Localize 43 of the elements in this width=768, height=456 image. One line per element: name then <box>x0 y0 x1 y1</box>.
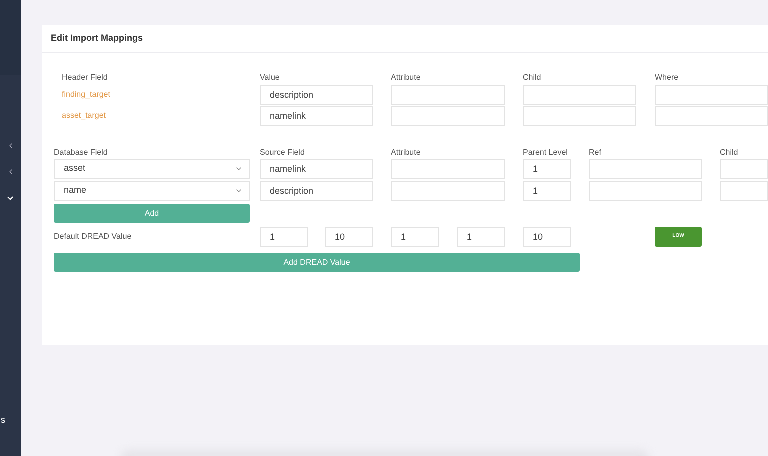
text-field[interactable] <box>589 181 702 201</box>
column-label: Database Field <box>54 147 109 159</box>
text-field[interactable] <box>720 159 768 179</box>
header-field-name: asset_target <box>62 111 106 120</box>
text-field[interactable]: namelink <box>260 159 373 179</box>
header-field-name: finding_target <box>62 90 110 99</box>
text-field[interactable]: 1 <box>457 227 505 247</box>
column-label: Child <box>720 147 740 159</box>
text-field[interactable] <box>391 159 505 179</box>
text-field[interactable]: 1 <box>523 159 571 179</box>
text-field[interactable]: 10 <box>325 227 373 247</box>
caret-icon <box>235 165 243 173</box>
text-field[interactable] <box>589 159 702 179</box>
text-field[interactable]: namelink <box>260 106 373 126</box>
column-label: Parent Level <box>523 147 569 159</box>
column-label: Attribute <box>391 147 422 159</box>
card-title: Edit Import Mappings <box>51 32 143 45</box>
column-label: Attribute <box>391 72 422 84</box>
text-field[interactable]: 1 <box>391 227 439 247</box>
column-label: Source Field <box>260 147 306 159</box>
text-field[interactable]: description <box>260 181 373 201</box>
text-field[interactable] <box>391 85 505 105</box>
sidebar-label: s <box>0 416 6 425</box>
text-field[interactable] <box>655 85 768 105</box>
text-field[interactable] <box>523 106 636 126</box>
column-label: Where <box>655 72 680 84</box>
dread-label: Default DREAD Value <box>54 231 133 243</box>
text-field[interactable] <box>391 106 505 126</box>
select-field[interactable]: asset <box>54 159 250 179</box>
text-field[interactable]: 10 <box>523 227 571 247</box>
column-label: Value <box>260 72 281 84</box>
column-label: Header Field <box>61 72 109 84</box>
text-field[interactable] <box>391 181 505 201</box>
caret-icon <box>235 187 243 195</box>
text-field[interactable]: 1 <box>260 227 308 247</box>
select-field[interactable]: name <box>54 181 250 201</box>
column-label: Ref <box>589 147 602 159</box>
text-field[interactable] <box>655 106 768 126</box>
text-field[interactable] <box>720 181 768 201</box>
column-label: Child <box>523 72 542 84</box>
text-field[interactable]: 1 <box>523 181 571 201</box>
text-field[interactable] <box>523 85 636 105</box>
text-field[interactable]: description <box>260 85 373 105</box>
